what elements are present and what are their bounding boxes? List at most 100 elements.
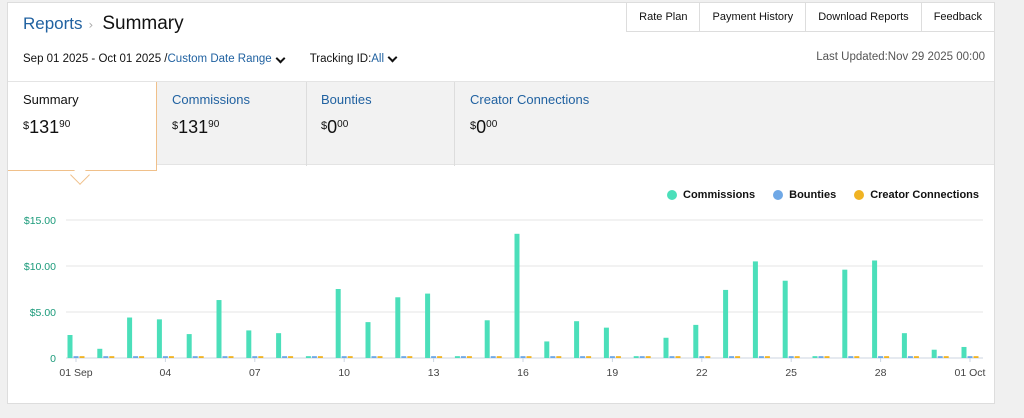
bar-creator-connections — [645, 356, 651, 358]
bar-commissions — [365, 322, 371, 358]
y-tick-label: 0 — [50, 353, 56, 365]
breadcrumb-reports-link[interactable]: Reports — [23, 14, 83, 34]
legend-bounties[interactable]: Bounties — [773, 189, 836, 201]
bar-commissions — [395, 297, 401, 358]
bar-bounties — [460, 356, 466, 358]
bar-bounties — [669, 356, 675, 358]
bar-bounties — [818, 356, 824, 358]
legend-label: Bounties — [789, 189, 837, 201]
bar-creator-connections — [526, 356, 532, 358]
tab-summary[interactable]: Summary $131 90 — [8, 82, 157, 171]
legend-dot-icon — [854, 190, 865, 200]
summary-card: Reports › Summary Rate Plan Payment Hist… — [7, 2, 995, 404]
bar-commissions — [156, 319, 162, 358]
bar-bounties — [162, 356, 168, 358]
chevron-down-icon — [387, 52, 398, 63]
custom-date-range-dropdown[interactable]: Custom Date Range — [168, 53, 286, 65]
bar-bounties — [937, 356, 943, 358]
tab-bounties[interactable]: Bounties $0 00 — [306, 82, 455, 166]
amount-whole: 0 — [476, 117, 487, 137]
amount-fraction: 90 — [59, 119, 71, 130]
x-tick-label: 19 — [607, 367, 619, 379]
tab-summary-label: Summary — [23, 92, 79, 107]
bar-bounties — [311, 356, 317, 358]
bar-bounties — [341, 356, 347, 358]
tab-creator-connections[interactable]: Creator Connections $0 00 — [455, 82, 655, 166]
y-tick-label: $10.00 — [24, 261, 56, 273]
tab-creator-connections-amount: $0 00 — [470, 118, 640, 136]
bar-bounties — [520, 356, 526, 358]
bar-commissions — [752, 261, 758, 358]
legend-label: Creator Connections — [870, 189, 979, 201]
tab-commissions-label: Commissions — [172, 92, 251, 107]
amount-whole: 0 — [327, 117, 338, 137]
bar-creator-connections — [705, 356, 711, 358]
bar-commissions — [97, 348, 103, 358]
download-reports-button[interactable]: Download Reports — [806, 2, 922, 32]
bar-creator-connections — [675, 356, 681, 358]
bar-commissions — [305, 356, 311, 358]
bar-commissions — [961, 346, 967, 358]
legend-creator-connections[interactable]: Creator Connections — [854, 189, 979, 201]
page-title: Summary — [102, 13, 184, 34]
x-tick-label: 28 — [875, 367, 887, 379]
bar-creator-connections — [466, 356, 472, 358]
bar-commissions — [812, 356, 818, 358]
bar-creator-connections — [377, 356, 383, 358]
payment-history-button[interactable]: Payment History — [700, 2, 807, 32]
bar-creator-connections — [586, 356, 592, 358]
bar-bounties — [699, 356, 705, 358]
tab-summary-amount: $131 90 — [23, 118, 141, 136]
feedback-button[interactable]: Feedback — [921, 2, 995, 32]
bar-bounties — [133, 356, 139, 358]
bar-commissions — [186, 334, 192, 358]
bar-creator-connections — [139, 356, 145, 358]
breadcrumb-separator-icon: › — [88, 18, 94, 32]
legend-commissions[interactable]: Commissions — [667, 189, 755, 201]
x-tick-label: 13 — [428, 367, 440, 379]
legend-dot-icon — [773, 190, 784, 200]
legend-dot-icon — [667, 190, 677, 200]
tracking-id-value: All — [371, 53, 385, 65]
bar-creator-connections — [317, 356, 323, 358]
bar-commissions — [246, 330, 252, 358]
bar-commissions — [693, 324, 699, 358]
bar-bounties — [848, 356, 854, 358]
top-navigation: Rate Plan Payment History Download Repor… — [626, 2, 995, 32]
bar-commissions — [454, 356, 460, 358]
date-range-text: Sep 01 2025 - Oct 01 2025 / — [23, 53, 168, 65]
bar-creator-connections — [79, 356, 85, 358]
last-updated-text: Last Updated:Nov 29 2025 00:00 — [816, 51, 985, 63]
bar-creator-connections — [198, 356, 204, 358]
bar-creator-connections — [347, 356, 353, 358]
bar-bounties — [490, 356, 496, 358]
x-tick-label: 16 — [517, 367, 529, 379]
bar-commissions — [67, 335, 73, 358]
rate-plan-button[interactable]: Rate Plan — [626, 2, 701, 32]
x-tick-label: 01 Oct — [955, 367, 986, 379]
bar-commissions — [872, 260, 878, 358]
amount-fraction: 00 — [486, 119, 498, 130]
bar-bounties — [73, 356, 79, 358]
bar-commissions — [633, 356, 639, 358]
chart-legend: Commissions Bounties Creator Connections — [667, 189, 979, 201]
bar-commissions — [782, 280, 788, 358]
x-tick-label: 22 — [696, 367, 708, 379]
bar-bounties — [222, 356, 228, 358]
bar-creator-connections — [437, 356, 443, 358]
bar-creator-connections — [943, 356, 949, 358]
chevron-down-icon — [275, 53, 286, 64]
tracking-id-dropdown[interactable]: Tracking ID: All — [310, 52, 398, 65]
bar-bounties — [788, 356, 794, 358]
earnings-bar-chart: $15.00 $10.00 $5.00 001 Sep 04 07 10 13 16 19 22 25… — [24, 215, 986, 379]
bar-bounties — [967, 356, 973, 358]
x-tick-label: 07 — [249, 367, 261, 379]
bar-bounties — [729, 356, 735, 358]
bar-bounties — [401, 356, 407, 358]
bar-bounties — [192, 356, 198, 358]
tab-commissions[interactable]: Commissions $131 90 — [157, 82, 307, 166]
bar-commissions — [901, 333, 907, 358]
bar-commissions — [335, 289, 341, 358]
bar-commissions — [276, 333, 282, 358]
filter-bar: Sep 01 2025 - Oct 01 2025 / Custom Date … — [23, 52, 398, 65]
